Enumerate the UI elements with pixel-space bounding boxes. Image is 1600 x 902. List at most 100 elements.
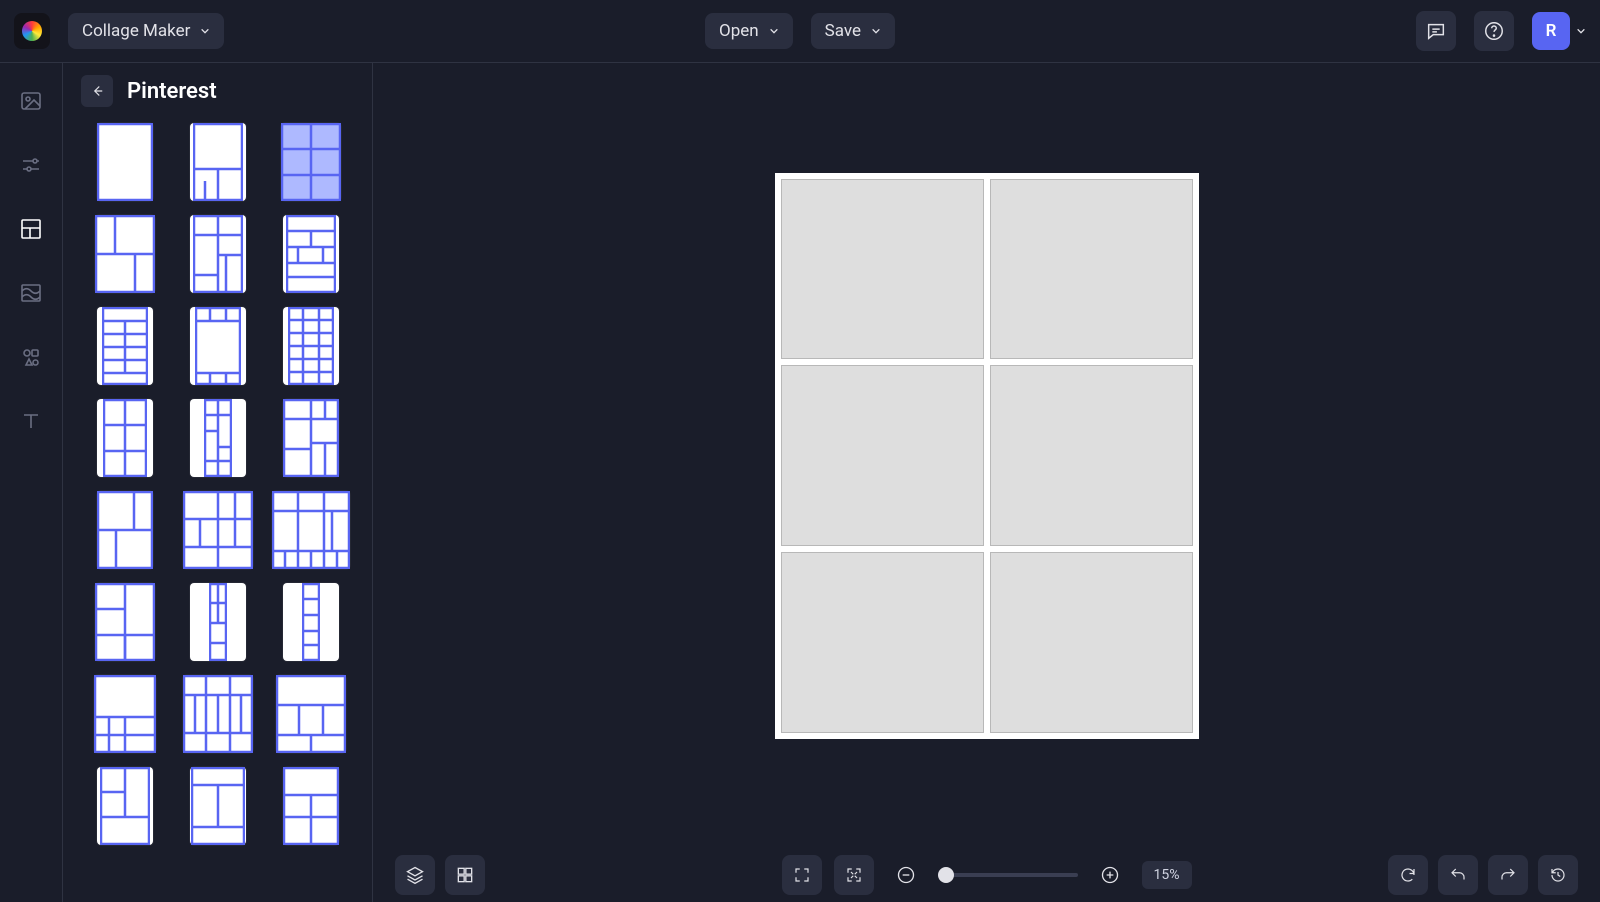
layout-template[interactable]: [190, 123, 246, 201]
template-preview-icon: [283, 399, 339, 477]
side-panel: Pinterest: [63, 63, 373, 902]
image-icon: [19, 89, 43, 113]
grid-icon: [455, 865, 475, 885]
layout-template[interactable]: [183, 491, 253, 569]
templates-scroll[interactable]: [63, 119, 372, 902]
layout-template[interactable]: [95, 215, 155, 293]
layout-template[interactable]: [283, 215, 339, 293]
redo-button[interactable]: [1488, 855, 1528, 895]
layout-template[interactable]: [283, 583, 339, 661]
refresh-button[interactable]: [1388, 855, 1428, 895]
layout-template[interactable]: [190, 583, 246, 661]
help-icon: [1483, 20, 1505, 42]
layout-template[interactable]: [97, 123, 153, 201]
canvas-viewport[interactable]: [373, 63, 1600, 848]
collage-page[interactable]: [775, 173, 1199, 739]
zoom-value[interactable]: 15%: [1142, 861, 1192, 889]
history-icon: [1549, 866, 1567, 884]
comments-button[interactable]: [1416, 11, 1456, 51]
template-preview-icon: [281, 123, 341, 201]
app-logo[interactable]: [14, 13, 50, 49]
user-menu[interactable]: R: [1532, 12, 1586, 50]
rail-background[interactable]: [11, 273, 51, 313]
layout-template[interactable]: [94, 675, 156, 753]
refresh-icon: [1399, 866, 1417, 884]
undo-button[interactable]: [1438, 855, 1478, 895]
layout-template[interactable]: [95, 583, 155, 661]
fullscreen-button[interactable]: [782, 855, 822, 895]
zoom-slider[interactable]: [938, 873, 1078, 877]
layout-template[interactable]: [190, 215, 246, 293]
template-preview-icon: [195, 307, 241, 385]
redo-icon: [1499, 866, 1517, 884]
collage-grid: [781, 179, 1193, 733]
rail-image[interactable]: [11, 81, 51, 121]
canvas-area: 15%: [373, 63, 1600, 902]
plus-circle-icon: [1100, 865, 1120, 885]
app-mode-label: Collage Maker: [82, 21, 190, 41]
layout-template[interactable]: [190, 399, 246, 477]
history-button[interactable]: [1538, 855, 1578, 895]
collage-cell[interactable]: [990, 179, 1193, 360]
template-preview-icon: [193, 215, 243, 293]
collage-cell[interactable]: [990, 365, 1193, 546]
text-icon: [19, 409, 43, 433]
rail-adjust[interactable]: [11, 145, 51, 185]
panel-title: Pinterest: [127, 79, 217, 104]
rail-text[interactable]: [11, 401, 51, 441]
chevron-down-icon: [1576, 26, 1586, 36]
collage-cell[interactable]: [781, 552, 984, 733]
template-preview-icon: [191, 767, 245, 845]
layout-icon: [19, 217, 43, 241]
panel-header: Pinterest: [63, 63, 372, 119]
fit-icon: [845, 866, 863, 884]
layout-template[interactable]: [97, 399, 153, 477]
layout-template[interactable]: [97, 491, 153, 569]
template-preview-icon: [97, 123, 153, 201]
open-dropdown[interactable]: Open: [705, 13, 793, 49]
layout-template[interactable]: [281, 123, 341, 201]
grid-view-button[interactable]: [445, 855, 485, 895]
layout-template[interactable]: [183, 675, 253, 753]
open-label: Open: [719, 21, 759, 41]
zoom-out-button[interactable]: [886, 855, 926, 895]
fit-screen-button[interactable]: [834, 855, 874, 895]
user-avatar: R: [1532, 12, 1570, 50]
undo-icon: [1449, 866, 1467, 884]
template-preview-icon: [276, 675, 346, 753]
layout-template[interactable]: [97, 767, 153, 845]
save-dropdown[interactable]: Save: [811, 13, 895, 49]
tool-rail: [0, 63, 63, 902]
collage-cell[interactable]: [990, 552, 1193, 733]
rail-elements[interactable]: [11, 337, 51, 377]
template-preview-icon: [204, 399, 232, 477]
template-preview-icon: [103, 399, 147, 477]
rail-layout[interactable]: [11, 209, 51, 249]
panel-back-button[interactable]: [81, 75, 113, 107]
background-icon: [19, 281, 43, 305]
template-grid: [85, 123, 350, 845]
zoom-in-button[interactable]: [1090, 855, 1130, 895]
layout-template[interactable]: [283, 307, 339, 385]
layers-icon: [405, 865, 425, 885]
layout-template[interactable]: [276, 675, 346, 753]
layout-template[interactable]: [190, 767, 246, 845]
template-preview-icon: [95, 215, 155, 293]
app-mode-dropdown[interactable]: Collage Maker: [68, 13, 224, 49]
layout-template[interactable]: [190, 307, 246, 385]
main: Pinterest 15%: [0, 63, 1600, 902]
help-button[interactable]: [1474, 11, 1514, 51]
layers-button[interactable]: [395, 855, 435, 895]
save-label: Save: [825, 21, 861, 41]
collage-cell[interactable]: [781, 365, 984, 546]
collage-cell[interactable]: [781, 179, 984, 360]
arrow-left-icon: [88, 82, 106, 100]
template-preview-icon: [102, 307, 148, 385]
layout-template[interactable]: [283, 399, 339, 477]
layout-template[interactable]: [97, 307, 153, 385]
layout-template[interactable]: [272, 491, 350, 569]
template-preview-icon: [288, 307, 334, 385]
zoom-slider-thumb[interactable]: [938, 867, 954, 883]
layout-template[interactable]: [283, 767, 339, 845]
template-preview-icon: [183, 491, 253, 569]
